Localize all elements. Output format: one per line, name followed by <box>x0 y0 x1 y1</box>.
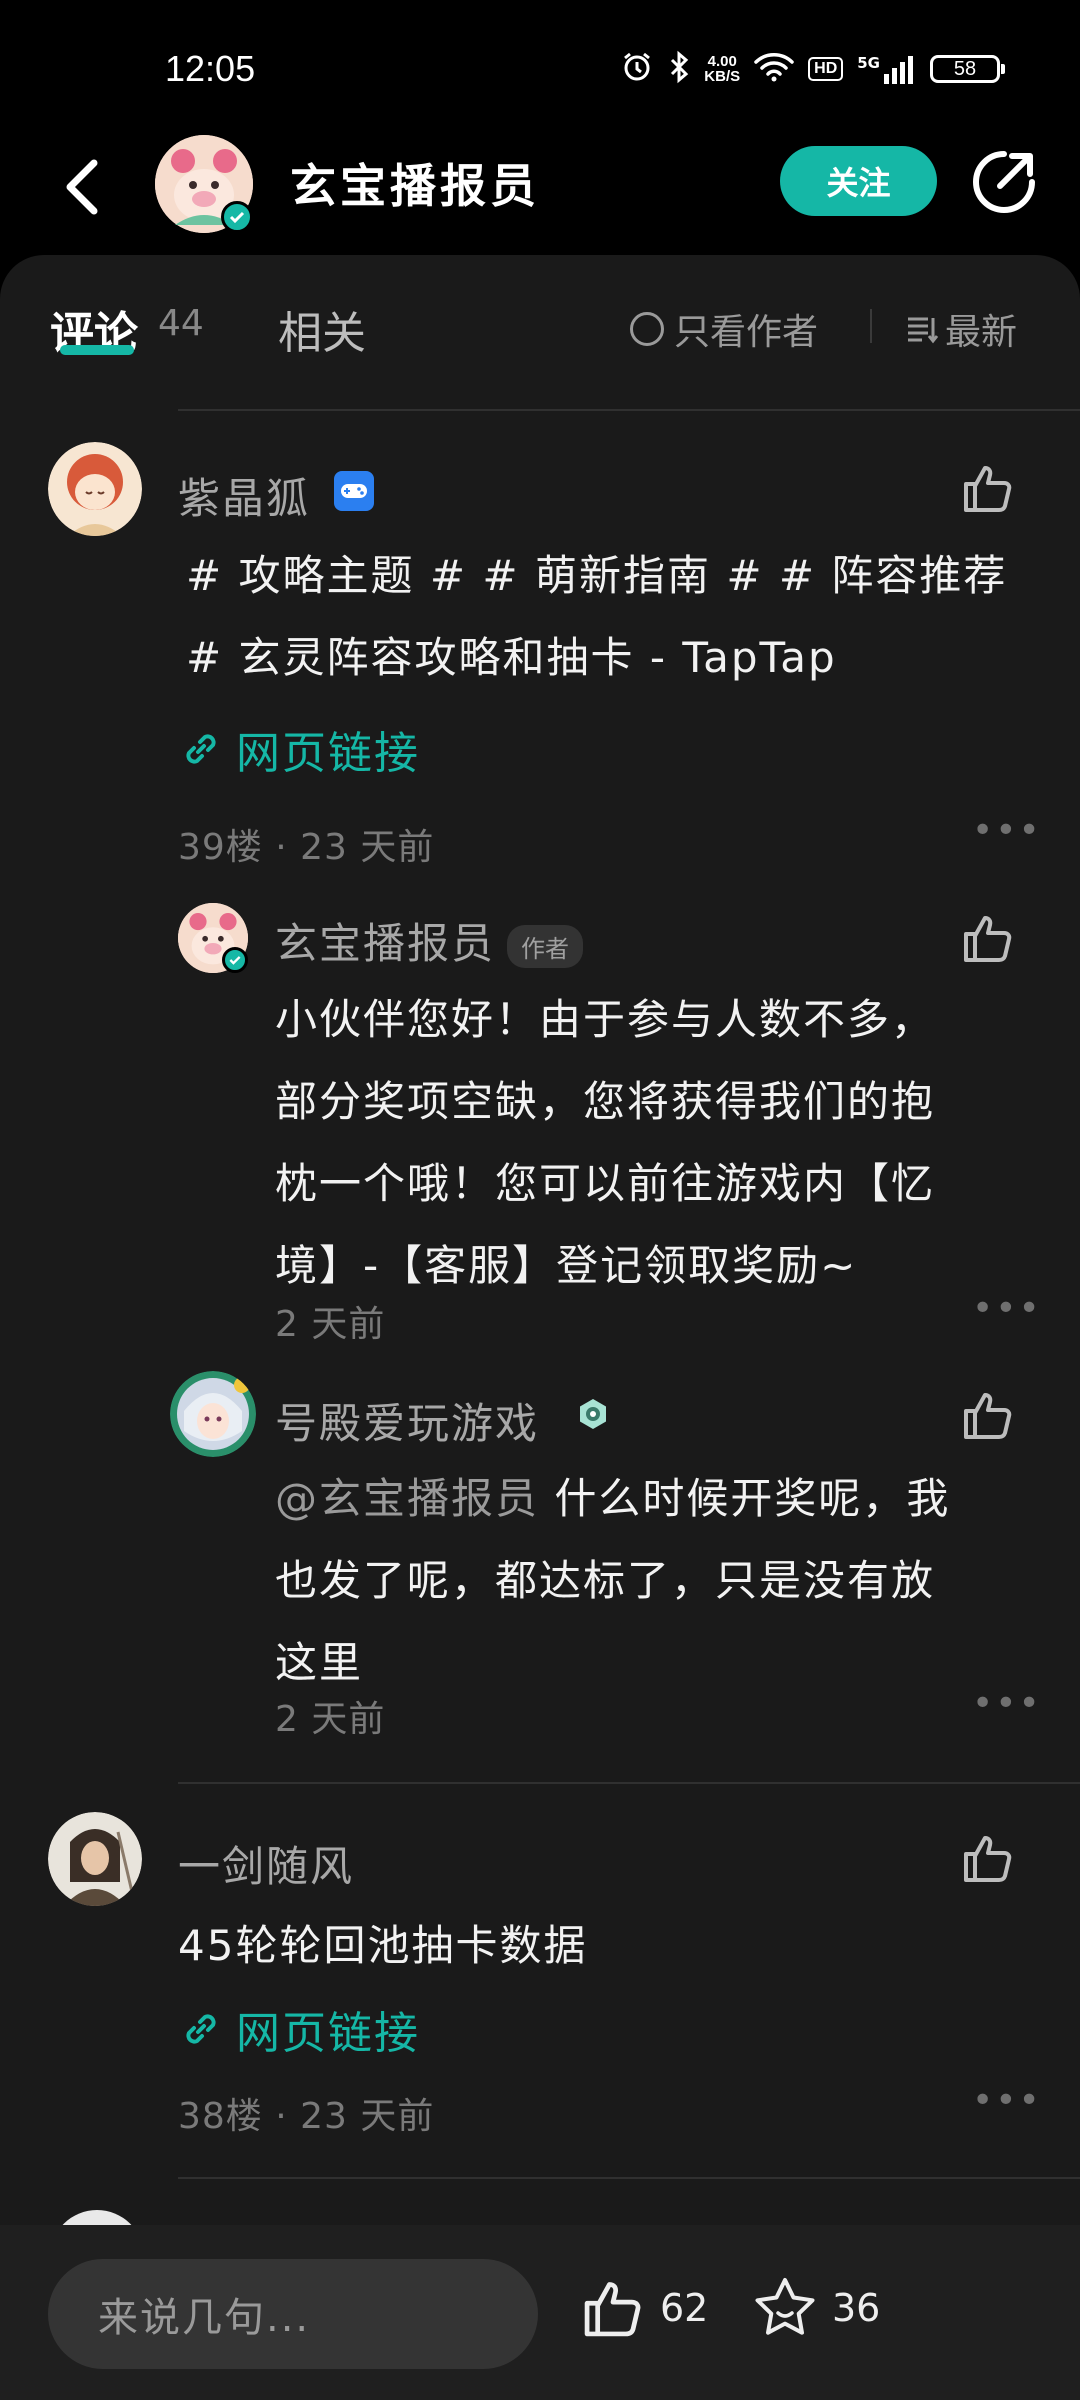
reply-username[interactable]: 号殿爱玩游戏 <box>275 1390 539 1451</box>
reply-username-text: 玄宝播报员 <box>275 919 496 968</box>
reply-line: 小伙伴您好！由于参与人数不多， <box>275 995 936 1044</box>
commenter-avatar[interactable] <box>48 442 142 536</box>
thumbs-up-icon[interactable] <box>960 1830 1016 1886</box>
only-author-label: 只看作者 <box>674 312 819 353</box>
thumbs-up-icon <box>584 2282 641 2337</box>
divider <box>178 1782 1080 1784</box>
level-badge-icon <box>576 1397 610 1431</box>
like-count: 62 <box>660 2286 709 2330</box>
web-link-label: 网页链接 <box>236 2008 420 2059</box>
divider <box>178 409 1080 411</box>
share-button[interactable] <box>970 148 1038 216</box>
comment-line: # 玄灵阵容攻略和抽卡 - TapTap <box>186 633 837 682</box>
hd-badge: HD <box>808 57 844 81</box>
status-time: 12:05 <box>165 48 256 89</box>
reply-body: 小伙伴您好！由于参与人数不多， 部分奖项空缺，您将获得我们的抱 枕一个哦！您可以… <box>275 979 1035 1307</box>
author-tag: 作者 <box>507 925 584 968</box>
tab-related[interactable]: 相关 <box>278 297 366 361</box>
reply-text: 什么时候开奖呢，我 <box>539 1474 951 1523</box>
more-options-icon[interactable]: ••• <box>972 1683 1042 1724</box>
author-avatar[interactable] <box>155 135 253 233</box>
reply-line: 部分奖项空缺，您将获得我们的抱 <box>275 1077 936 1126</box>
fox-avatar-icon <box>48 442 142 536</box>
reply-avatar[interactable] <box>170 1371 256 1457</box>
like-button[interactable]: 62 <box>580 2275 708 2341</box>
share-icon <box>973 151 1035 213</box>
screen: 12:05 4.00 KB/S HD 5G 58 玄宝播报员 关注 评论 44 … <box>0 0 1080 2400</box>
more-options-icon[interactable]: ••• <box>972 2080 1042 2121</box>
thumbs-up-icon[interactable] <box>960 460 1016 516</box>
link-icon <box>186 2014 216 2044</box>
link-icon <box>186 734 216 764</box>
alarm-icon <box>620 50 654 88</box>
favorite-button[interactable]: 36 <box>752 2275 880 2341</box>
thumbs-up-icon[interactable] <box>960 910 1016 966</box>
comment-username[interactable]: 紫晶狐 <box>178 465 310 526</box>
comments-count: 44 <box>158 303 204 344</box>
comment-username[interactable]: 一剑随风 <box>178 1833 354 1894</box>
favorite-count: 36 <box>832 2286 881 2330</box>
bluetooth-icon <box>668 50 690 88</box>
reply-line: 枕一个哦！您可以前往游戏内【忆 <box>275 1159 936 1208</box>
comment-line: 45轮轮回池抽卡数据 <box>178 1921 588 1970</box>
comment-line: # 攻略主题 # # 萌新指南 # # 阵容推荐 <box>186 551 1008 600</box>
tabs-row: 评论 44 相关 只看作者 最新 <box>0 255 1080 410</box>
anime-character-avatar-icon <box>170 1371 256 1457</box>
sort-button[interactable]: 最新 <box>905 303 1017 355</box>
sort-list-icon <box>908 317 939 344</box>
mention-link[interactable]: @玄宝播报员 <box>275 1474 539 1523</box>
thumbs-up-icon[interactable] <box>960 1387 1016 1443</box>
chevron-left-icon <box>66 159 98 215</box>
comments-panel: 评论 44 相关 只看作者 最新 紫晶狐 # 攻略主题 # # 萌新指南 # #… <box>0 255 1080 2400</box>
comment-meta: 39楼 · 23 天前 <box>178 827 435 868</box>
more-options-icon[interactable]: ••• <box>972 1288 1042 1329</box>
web-link[interactable]: 网页链接 <box>180 717 420 781</box>
follow-button[interactable]: 关注 <box>780 146 937 216</box>
reply-meta: 2 天前 <box>275 1699 386 1740</box>
more-options-icon[interactable]: ••• <box>972 810 1042 851</box>
reply-line: 这里 <box>275 1638 364 1687</box>
gamepad-badge-icon <box>334 471 374 511</box>
divider <box>178 2177 1080 2179</box>
only-author-toggle[interactable]: 只看作者 <box>630 303 818 355</box>
web-link[interactable]: 网页链接 <box>180 1997 420 2061</box>
back-button[interactable] <box>52 152 112 222</box>
active-tab-indicator <box>60 345 134 355</box>
reply-avatar[interactable] <box>178 903 248 973</box>
signal-icon: 5G <box>857 54 916 84</box>
net-speed-value: 4.00 <box>707 53 737 70</box>
status-icons: 4.00 KB/S HD 5G 58 <box>620 50 1005 88</box>
comment-body: # 攻略主题 # # 萌新指南 # # 阵容推荐 # 玄灵阵容攻略和抽卡 - T… <box>186 535 1026 699</box>
battery-indicator: 58 <box>930 55 1005 83</box>
top-header: 玄宝播报员 关注 <box>0 130 1080 255</box>
commenter-avatar[interactable] <box>48 1812 142 1906</box>
reply-line: 也发了呢，都达标了，只是没有放 <box>275 1556 936 1605</box>
reply-line: 境】-【客服】登记领取奖励~ <box>275 1241 858 1290</box>
page-title: 玄宝播报员 <box>290 159 540 213</box>
reply-username[interactable]: 玄宝播报员 作者 <box>275 910 584 971</box>
comment-meta: 38楼 · 23 天前 <box>178 2096 435 2137</box>
reply-meta: 2 天前 <box>275 1304 386 1345</box>
verified-badge-icon <box>222 947 248 973</box>
swordsman-avatar-icon <box>48 1812 142 1906</box>
comment-input[interactable]: 来说几句... <box>48 2259 538 2369</box>
web-link-label: 网页链接 <box>236 728 420 779</box>
reply-body: @玄宝播报员 什么时候开奖呢，我 也发了呢，都达标了，只是没有放 这里 <box>275 1458 1055 1704</box>
net-speed: 4.00 KB/S <box>704 54 740 84</box>
network-type: 5G <box>857 54 880 72</box>
status-bar: 12:05 4.00 KB/S HD 5G 58 <box>0 0 1080 130</box>
comment-body: 45轮轮回池抽卡数据 <box>178 1905 1018 1987</box>
sort-label: 最新 <box>945 312 1018 353</box>
star-icon <box>755 2278 815 2335</box>
wifi-icon <box>754 52 794 86</box>
verified-badge-icon <box>221 201 253 233</box>
radio-circle-icon <box>630 312 664 346</box>
divider <box>870 309 872 343</box>
bottom-action-bar: 来说几句... 62 36 <box>0 2225 1080 2400</box>
net-speed-unit: KB/S <box>704 68 741 85</box>
reply-line: @玄宝播报员 什么时候开奖呢，我 <box>275 1458 1055 1540</box>
